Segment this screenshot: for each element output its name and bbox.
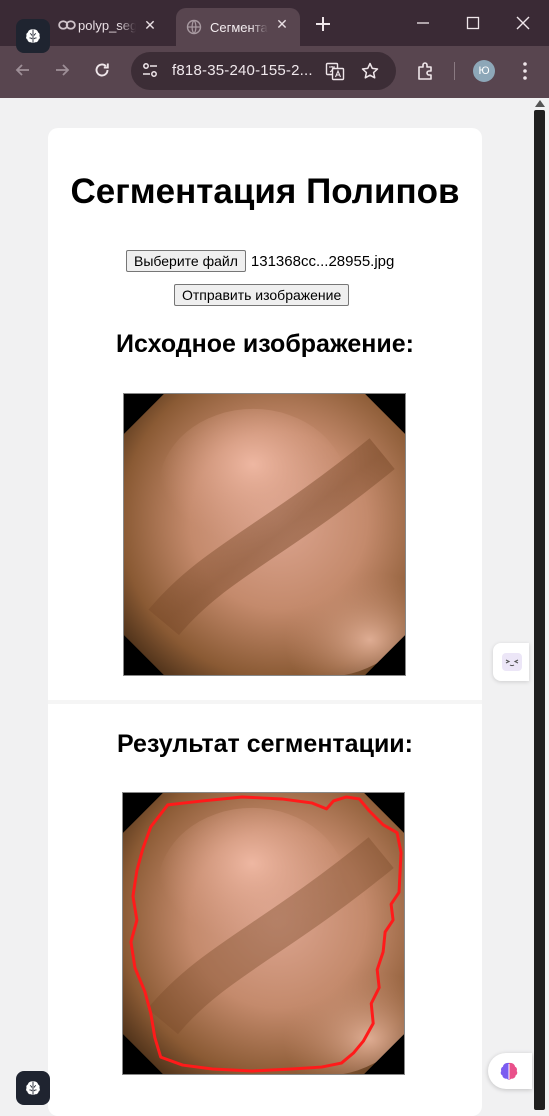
bookmark-star-icon[interactable] xyxy=(360,61,380,81)
original-image-heading: Исходное изображение: xyxy=(116,330,414,358)
back-icon[interactable] xyxy=(12,59,34,81)
card-divider xyxy=(48,700,482,704)
site-settings-icon[interactable] xyxy=(141,61,159,79)
scroll-up-arrow-icon[interactable] xyxy=(535,100,545,107)
globe-icon xyxy=(186,19,202,35)
original-endoscopy-image xyxy=(123,393,406,676)
assistant-app-badge[interactable] xyxy=(16,1071,50,1105)
scrollbar-thumb[interactable] xyxy=(534,110,545,1110)
side-panel-widget[interactable] xyxy=(493,643,529,681)
new-tab-icon[interactable] xyxy=(313,14,333,34)
maximize-icon[interactable] xyxy=(464,14,482,32)
toolbar-separator xyxy=(454,62,455,80)
submit-image-button[interactable]: Отправить изображение xyxy=(174,284,350,306)
translate-icon[interactable] xyxy=(325,61,345,81)
choose-file-button[interactable]: Выберите файл xyxy=(126,250,246,272)
close-tab-icon[interactable]: ✕ xyxy=(142,17,158,33)
extensions-icon[interactable] xyxy=(415,60,437,82)
brain-icon xyxy=(26,29,40,43)
brain-icon xyxy=(26,1081,40,1095)
more-menu-icon[interactable] xyxy=(515,60,535,82)
colab-loop-icon xyxy=(58,20,76,30)
file-input[interactable]: Выберите файл 131368cc...28955.jpg xyxy=(126,250,394,272)
brain-icon xyxy=(500,1062,518,1080)
tab-title: Сегментация xyxy=(210,19,268,35)
selected-file-name: 131368cc...28955.jpg xyxy=(250,252,395,270)
url-text: f818-35-240-155-2... xyxy=(172,62,313,79)
tab-title: polyp_seg xyxy=(78,17,136,33)
ai-assistant-button[interactable] xyxy=(488,1053,532,1089)
minimize-icon[interactable] xyxy=(414,14,432,32)
page-title: Сегментация Полипов xyxy=(70,172,460,211)
profile-avatar[interactable]: Ю xyxy=(473,60,495,82)
segmentation-result-image xyxy=(122,792,405,1075)
sleepy-face-icon xyxy=(502,653,522,671)
segmentation-result-heading: Результат сегментации: xyxy=(116,730,414,758)
reload-icon[interactable] xyxy=(91,59,113,81)
assistant-app-badge[interactable] xyxy=(16,19,50,53)
forward-icon[interactable] xyxy=(51,59,73,81)
tab-segmentation[interactable]: Сегментация ✕ xyxy=(176,8,300,46)
close-tab-icon[interactable]: ✕ xyxy=(274,16,290,32)
close-window-icon[interactable] xyxy=(514,14,532,32)
